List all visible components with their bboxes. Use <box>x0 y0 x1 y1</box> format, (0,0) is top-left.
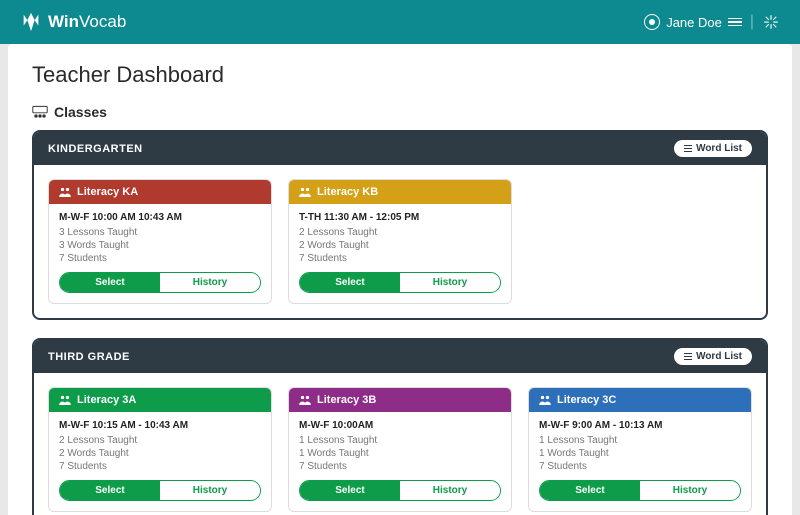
page-title: Teacher Dashboard <box>32 62 768 88</box>
lessons-stat: 2 Lessons Taught <box>59 435 261 446</box>
class-cards-row: Literacy KA M-W-F 10:00 AM 10:43 AM 3 Less… <box>34 165 766 318</box>
words-stat: 2 Words Taught <box>299 240 501 251</box>
grade-name: THIRD GRADE <box>48 351 130 363</box>
class-card-body: M-W-F 10:00 AM 10:43 AM 3 Lessons Taught 3… <box>49 204 271 303</box>
class-icon <box>539 395 551 405</box>
class-card-body: M-W-F 10:00AM 1 Lessons Taught 1 Words Tau… <box>289 412 511 511</box>
lessons-stat: 3 Lessons Taught <box>59 227 261 238</box>
select-button[interactable]: Select <box>300 273 400 292</box>
students-stat: 7 Students <box>299 253 501 264</box>
select-button[interactable]: Select <box>300 481 400 500</box>
class-card-body: T-TH 11:30 AM - 12:05 PM 2 Lessons Taught… <box>289 204 511 303</box>
select-button[interactable]: Select <box>60 273 160 292</box>
class-card: Literacy KA M-W-F 10:00 AM 10:43 AM 3 Less… <box>48 179 272 304</box>
history-button[interactable]: History <box>160 273 260 292</box>
class-card-header: Literacy KB <box>289 180 511 204</box>
grade-block: KINDERGARTENWord ListLiteracy KAM-W-F 10… <box>32 130 768 320</box>
brand-logo[interactable]: WinVocab <box>20 11 126 33</box>
class-card-header: Literacy 3A <box>49 388 271 412</box>
classes-label: Classes <box>54 104 107 120</box>
class-card-actions: SelectHistory <box>299 272 501 293</box>
lessons-stat: 1 Lessons Taught <box>299 435 501 446</box>
students-stat: 7 Students <box>299 461 501 472</box>
history-button[interactable]: History <box>160 481 260 500</box>
class-schedule: T-TH 11:30 AM - 12:05 PM <box>299 212 501 223</box>
sunburst-icon[interactable] <box>762 13 780 31</box>
students-stat: 7 Students <box>539 461 741 472</box>
logo-icon <box>20 11 42 33</box>
classes-icon <box>32 105 48 119</box>
words-stat: 1 Words Taught <box>299 448 501 459</box>
class-icon <box>59 395 71 405</box>
lessons-stat: 2 Lessons Taught <box>299 227 501 238</box>
class-schedule: M-W-F 10:15 AM - 10:43 AM <box>59 420 261 431</box>
class-card-header: Literacy 3C <box>529 388 751 412</box>
class-icon <box>299 187 311 197</box>
classes-section-header: Classes <box>32 104 768 120</box>
class-card-header: Literacy 3B <box>289 388 511 412</box>
class-card-actions: SelectHistory <box>59 272 261 293</box>
word-list-button[interactable]: Word List <box>674 348 752 365</box>
select-button[interactable]: Select <box>60 481 160 500</box>
topbar-right: Jane Doe | <box>644 13 780 31</box>
words-stat: 1 Words Taught <box>539 448 741 459</box>
grade-header: KINDERGARTEN Word List <box>34 132 766 165</box>
words-stat: 2 Words Taught <box>59 448 261 459</box>
students-stat: 7 Students <box>59 253 261 264</box>
class-card-header: Literacy KA <box>49 180 271 204</box>
brand-text: WinVocab <box>48 12 126 32</box>
word-list-button[interactable]: Word List <box>674 140 752 157</box>
class-card-body: M-W-F 10:15 AM - 10:43 AM 2 Lessons Taugh… <box>49 412 271 511</box>
class-card: Literacy 3A M-W-F 10:15 AM - 10:43 AM 2 Le… <box>48 387 272 512</box>
class-icon <box>59 187 71 197</box>
words-stat: 3 Words Taught <box>59 240 261 251</box>
history-button[interactable]: History <box>640 481 740 500</box>
class-card-actions: SelectHistory <box>299 480 501 501</box>
class-schedule: M-W-F 10:00AM <box>299 420 501 431</box>
main-content: Teacher Dashboard Classes KINDERGARTEN Wo… <box>8 44 792 515</box>
grade-block: THIRD GRADEWord ListLiteracy 3AM-W-F 10:… <box>32 338 768 515</box>
user-avatar-icon <box>644 14 660 30</box>
class-card: Literacy 3B M-W-F 10:00AM 1 Lessons Taught… <box>288 387 512 512</box>
history-button[interactable]: History <box>400 273 500 292</box>
class-schedule: M-W-F 10:00 AM 10:43 AM <box>59 212 261 223</box>
lessons-stat: 1 Lessons Taught <box>539 435 741 446</box>
topbar-divider: | <box>750 13 754 31</box>
class-schedule: M-W-F 9:00 AM - 10:13 AM <box>539 420 741 431</box>
user-menu[interactable]: Jane Doe <box>644 14 742 30</box>
class-card: Literacy KB T-TH 11:30 AM - 12:05 PM 2 Les… <box>288 179 512 304</box>
user-name: Jane Doe <box>666 15 722 30</box>
class-card-actions: SelectHistory <box>539 480 741 501</box>
class-card-actions: SelectHistory <box>59 480 261 501</box>
class-card: Literacy 3C M-W-F 9:00 AM - 10:13 AM 1 Les… <box>528 387 752 512</box>
students-stat: 7 Students <box>59 461 261 472</box>
class-cards-row: Literacy 3A M-W-F 10:15 AM - 10:43 AM 2 Le… <box>34 373 766 515</box>
grade-name: KINDERGARTEN <box>48 143 143 155</box>
select-button[interactable]: Select <box>540 481 640 500</box>
class-card-body: M-W-F 9:00 AM - 10:13 AM 1 Lessons Taught… <box>529 412 751 511</box>
grade-header: THIRD GRADE Word List <box>34 340 766 373</box>
top-navbar: WinVocab Jane Doe | <box>0 0 800 44</box>
hamburger-icon <box>728 18 742 27</box>
class-icon <box>299 395 311 405</box>
history-button[interactable]: History <box>400 481 500 500</box>
